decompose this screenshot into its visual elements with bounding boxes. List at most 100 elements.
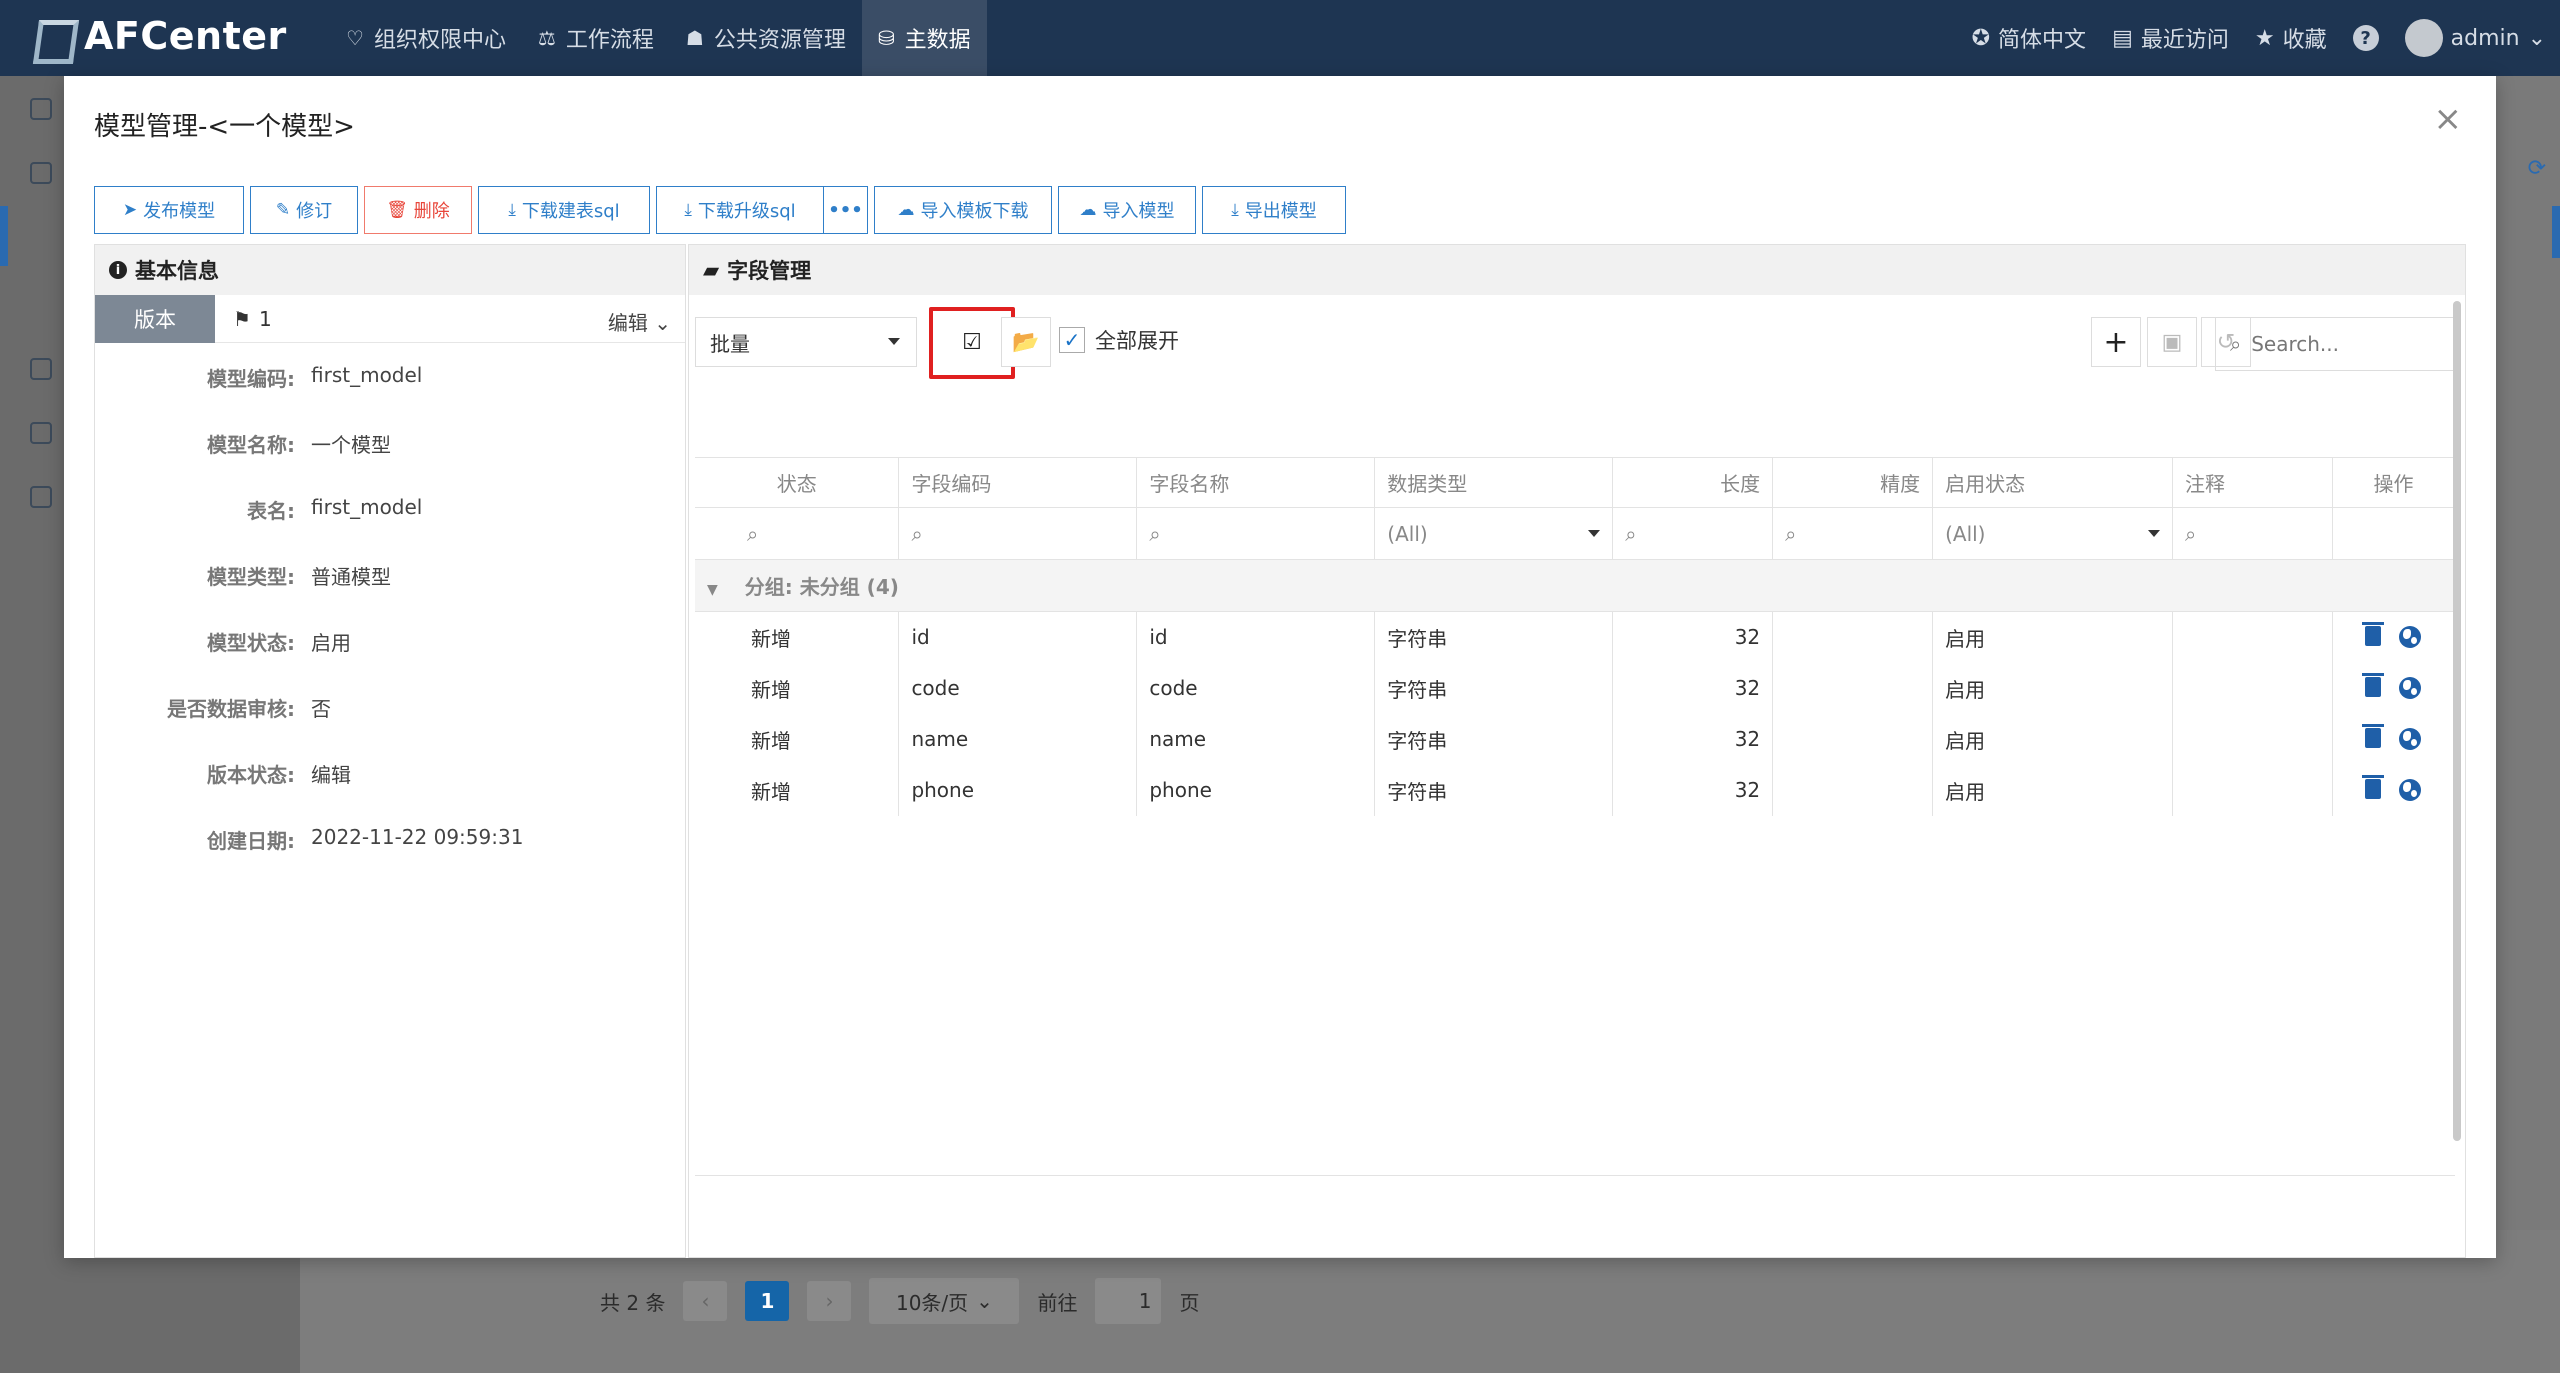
column-header-enabled-status[interactable]: 启用状态	[1932, 457, 2173, 508]
globe-icon[interactable]	[2399, 728, 2422, 750]
cell-length: 32	[1612, 764, 1774, 816]
column-header-length[interactable]: 长度	[1612, 457, 1774, 508]
delete-button[interactable]: 🗑 删除	[364, 186, 472, 234]
cell-length: 32	[1612, 611, 1774, 663]
avatar	[2404, 19, 2443, 57]
version-tab[interactable]: 版本	[95, 294, 215, 343]
apply-batch-button[interactable]: ☑	[947, 317, 997, 367]
download-icon: ⤓	[508, 200, 516, 220]
button-label: 导入模型	[1102, 201, 1175, 222]
trash-icon: 🗑	[386, 200, 408, 220]
info-label: 版本状态:	[207, 763, 295, 787]
table-row[interactable]: 新增 id id 字符串 32 启用	[695, 611, 2456, 663]
column-header-status[interactable]: 状态	[695, 457, 900, 508]
filter-data-type[interactable]: (All)	[1374, 507, 1614, 560]
column-header-field-name[interactable]: 字段名称	[1136, 457, 1376, 508]
add-row-button[interactable]: +	[2091, 317, 2141, 367]
filter-comment[interactable]: ⌕	[2172, 507, 2333, 560]
folder-open-icon: 📂	[1012, 329, 1040, 355]
open-folder-button[interactable]: 📂	[1001, 317, 1051, 367]
brand-logo-icon	[32, 14, 72, 58]
page-size-select[interactable]: 10条/页 ⌄	[869, 1278, 1020, 1324]
cell-enabled-status: 启用	[1932, 662, 2173, 714]
refresh-icon[interactable]: ⟳	[2528, 156, 2546, 181]
nav-item-public-resources[interactable]: ☗ 公共资源管理	[670, 0, 862, 76]
column-header-precision[interactable]: 精度	[1772, 457, 1934, 508]
nav-item-master-data[interactable]: ⛁ 主数据	[861, 0, 987, 76]
button-label: 导出模型	[1244, 201, 1317, 222]
button-label: 修订	[296, 201, 333, 222]
save-icon: ▣	[2161, 329, 2183, 355]
edit-dropdown[interactable]: 编辑 ⌄	[608, 307, 671, 336]
brand[interactable]: AFCenter	[32, 14, 287, 58]
goto-page-input[interactable]: 1	[1095, 1278, 1162, 1324]
globe-icon[interactable]	[2399, 779, 2422, 801]
batch-value: 批量	[710, 331, 750, 356]
filter-status[interactable]: ⌕	[695, 507, 900, 560]
globe-icon[interactable]	[2399, 677, 2422, 699]
filter-precision[interactable]: ⌕	[1772, 507, 1934, 560]
export-model-button[interactable]: ⤓ 导出模型	[1202, 186, 1346, 234]
brand-name: AFCenter	[84, 14, 287, 58]
group-row[interactable]: ▼ 分组: 未分组 (4)	[695, 559, 2455, 612]
table-row[interactable]: 新增 name name 字符串 32 启用	[695, 713, 2456, 765]
user-menu[interactable]: admin ⌄	[2404, 19, 2546, 57]
prev-page-button[interactable]: ‹	[683, 1281, 728, 1321]
help-icon[interactable]: ?	[2352, 25, 2379, 51]
revise-button[interactable]: ✎ 修订	[250, 186, 358, 234]
filter-value: (All)	[1387, 521, 1428, 546]
publish-model-button[interactable]: ➤ 发布模型	[94, 186, 244, 234]
language-switch[interactable]: ✪ 简体中文	[1972, 22, 2086, 54]
sidebar-shield-icon	[30, 358, 52, 380]
next-page-button[interactable]: ›	[807, 1281, 852, 1321]
vertical-scrollbar[interactable]	[2453, 301, 2461, 1141]
import-template-download-button[interactable]: ☁ 导入模板下载	[874, 186, 1052, 234]
delete-row-icon[interactable]	[2362, 673, 2385, 697]
cell-data-type: 字符串	[1374, 713, 1614, 765]
info-value: 普通模型	[311, 565, 391, 589]
version-value: ⚑ 1	[233, 307, 272, 331]
column-header-data-type[interactable]: 数据类型	[1374, 457, 1614, 508]
download-upgrade-sql-button[interactable]: ⤓ 下载升级sql	[656, 186, 824, 234]
dialog-toolbar: ➤ 发布模型 ✎ 修订 🗑 删除 ⤓ 下载建表sql ⤓ 下载升级sql •••…	[94, 186, 1346, 234]
nav-item-org-permission[interactable]: ♡ 组织权限中心	[330, 0, 522, 76]
checkbox-checked-icon[interactable]: ✓	[1059, 327, 1085, 353]
current-page-button[interactable]: 1	[745, 1281, 790, 1321]
filter-field-code[interactable]: ⌕	[898, 507, 1138, 560]
table-row[interactable]: 新增 phone phone 字符串 32 启用	[695, 764, 2456, 816]
filter-enabled-status[interactable]: (All)	[1932, 507, 2173, 560]
search-icon: ⌕	[747, 521, 759, 546]
favorites[interactable]: ★ 收藏	[2255, 22, 2327, 54]
import-model-button[interactable]: ☁ 导入模型	[1058, 186, 1196, 234]
download-create-sql-button[interactable]: ⤓ 下载建表sql	[478, 186, 650, 234]
cell-field-code: id	[898, 611, 1138, 663]
delete-row-icon[interactable]	[2362, 724, 2385, 748]
cell-comment	[2172, 611, 2333, 663]
table-row[interactable]: 新增 code code 字符串 32 启用	[695, 662, 2456, 714]
search-input[interactable]: ⌕ Search...	[2215, 317, 2455, 371]
filter-row: ⌕ ⌕ ⌕ (All) ⌕ ⌕ (All) ⌕	[695, 507, 2456, 560]
nav-item-workflow[interactable]: ⚖ 工作流程	[522, 0, 670, 76]
column-header-comment[interactable]: 注释	[2172, 457, 2333, 508]
column-header-field-code[interactable]: 字段编码	[898, 457, 1138, 508]
goto-suffix: 页	[1179, 1290, 1200, 1315]
recent-visits[interactable]: ▤ 最近访问	[2112, 22, 2229, 54]
cell-data-type: 字符串	[1374, 662, 1614, 714]
filter-length[interactable]: ⌕	[1612, 507, 1774, 560]
globe-icon[interactable]	[2399, 626, 2422, 649]
close-icon[interactable]: ×	[2434, 102, 2463, 136]
more-button[interactable]: •••	[824, 186, 868, 234]
save-button[interactable]: ▣	[2147, 317, 2197, 367]
info-row-model-status: 模型状态: 启用	[95, 627, 685, 656]
delete-row-icon[interactable]	[2362, 775, 2385, 799]
cell-precision	[1772, 764, 1934, 816]
more-icon: •••	[828, 199, 863, 221]
cell-actions	[2332, 764, 2456, 816]
batch-select[interactable]: 批量	[695, 317, 917, 367]
delete-row-icon[interactable]	[2362, 622, 2385, 647]
expand-all-toggle[interactable]: ✓ 全部展开	[1059, 325, 1179, 355]
data-icon: ⛁	[877, 26, 895, 50]
cell-field-code: code	[898, 662, 1138, 714]
filter-field-name[interactable]: ⌕	[1136, 507, 1376, 560]
grid-bottom-divider	[695, 1175, 2455, 1176]
